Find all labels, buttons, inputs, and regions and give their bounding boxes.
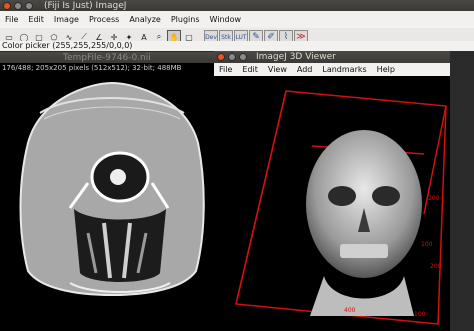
volume-render-canvas[interactable]: 200 100 200 100 400 bbox=[214, 76, 450, 331]
viewer3d-menu-help[interactable]: Help bbox=[372, 65, 400, 74]
status-bar: Color picker (255,255,255/0,0,0) bbox=[0, 41, 474, 51]
menu-edit[interactable]: Edit bbox=[23, 15, 49, 24]
image-info: 176/488; 205x205 pixels (512x512); 32-bi… bbox=[0, 63, 232, 73]
right-orbit bbox=[372, 186, 400, 206]
menu-window[interactable]: Window bbox=[205, 15, 247, 24]
image-window-title: TempFile-9746-0.nii bbox=[63, 52, 151, 63]
axis-label-4: 100 bbox=[414, 311, 426, 318]
viewer3d-menu-view[interactable]: View bbox=[263, 65, 292, 74]
viewer3d-title: ImageJ 3D Viewer bbox=[256, 52, 336, 62]
viewer3d-menubar: File Edit View Add Landmarks Help bbox=[214, 63, 450, 76]
image-window: TempFile-9746-0.nii 176/488; 205x205 pix… bbox=[0, 52, 232, 331]
menu-process[interactable]: Process bbox=[84, 15, 124, 24]
neck-render bbox=[310, 276, 414, 316]
menu-plugins[interactable]: Plugins bbox=[166, 15, 205, 24]
menu-file[interactable]: File bbox=[0, 15, 23, 24]
axis-label-3: 200 bbox=[430, 263, 442, 270]
left-orbit bbox=[328, 186, 356, 206]
maximize-icon[interactable] bbox=[25, 1, 33, 10]
viewer3d-close-icon[interactable] bbox=[217, 53, 225, 61]
axis-label-1: 200 bbox=[428, 195, 440, 202]
close-icon[interactable] bbox=[3, 1, 11, 10]
main-titlebar[interactable]: (Fiji Is Just) ImageJ bbox=[0, 0, 474, 11]
window-title: (Fiji Is Just) ImageJ bbox=[44, 0, 127, 11]
menu-image[interactable]: Image bbox=[49, 15, 84, 24]
axis-label-5: 400 bbox=[344, 307, 356, 314]
viewer3d-minimize-icon[interactable] bbox=[228, 53, 236, 61]
viewer3d-maximize-icon[interactable] bbox=[239, 53, 247, 61]
main-menubar: File Edit Image Process Analyze Plugins … bbox=[0, 11, 474, 28]
minimize-icon[interactable] bbox=[14, 1, 22, 10]
menu-analyze[interactable]: Analyze bbox=[124, 15, 166, 24]
ct-slice-image[interactable] bbox=[0, 73, 232, 331]
viewer3d-menu-file[interactable]: File bbox=[214, 65, 237, 74]
teeth bbox=[340, 244, 388, 258]
axis-label-2: 100 bbox=[421, 241, 433, 248]
viewer3d-menu-landmarks[interactable]: Landmarks bbox=[317, 65, 371, 74]
viewer3d-window: ImageJ 3D Viewer File Edit View Add Land… bbox=[214, 51, 450, 331]
viewer3d-menu-edit[interactable]: Edit bbox=[237, 65, 263, 74]
viewer3d-titlebar[interactable]: ImageJ 3D Viewer bbox=[214, 51, 450, 63]
image-titlebar[interactable]: TempFile-9746-0.nii bbox=[0, 52, 232, 63]
viewer3d-menu-add[interactable]: Add bbox=[292, 65, 318, 74]
